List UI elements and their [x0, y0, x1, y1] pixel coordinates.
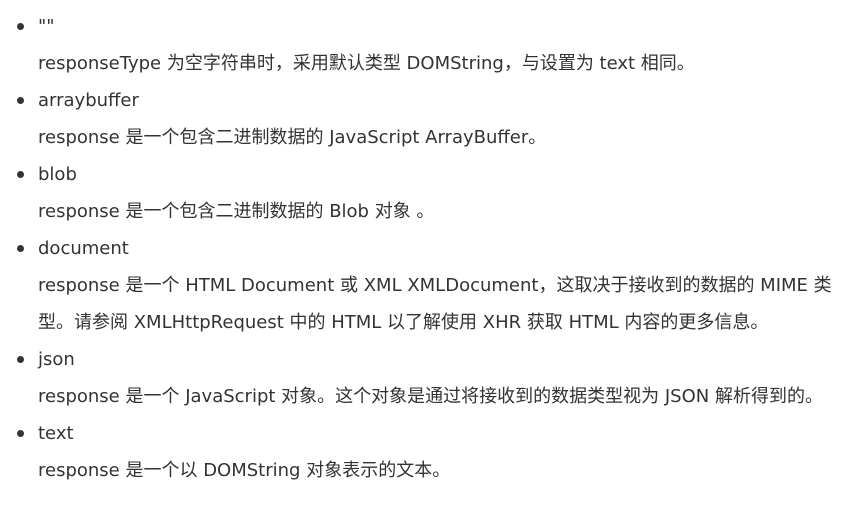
list-item-document: document response 是一个 HTML Document 或 XM…: [0, 230, 865, 341]
term-label: json: [38, 349, 75, 370]
bullet-icon: [17, 171, 24, 178]
term-description: response 是一个以 DOMString 对象表示的文本。: [38, 460, 451, 481]
term-label: document: [38, 238, 129, 259]
response-type-list: "" responseType 为空字符串时，采用默认类型 DOMString，…: [0, 8, 865, 489]
list-item-text: text response 是一个以 DOMString 对象表示的文本。: [0, 415, 865, 489]
term-description: responseType 为空字符串时，采用默认类型 DOMString，与设置…: [38, 53, 695, 74]
term-description: response 是一个包含二进制数据的 Blob 对象 。: [38, 201, 435, 222]
list-item-blob: blob response 是一个包含二进制数据的 Blob 对象 。: [0, 156, 865, 230]
bullet-icon: [17, 356, 24, 363]
term-label: text: [38, 423, 74, 444]
bullet-icon: [17, 245, 24, 252]
term-description: response 是一个 HTML Document 或 XML XMLDocu…: [38, 275, 832, 333]
list-item-arraybuffer: arraybuffer response 是一个包含二进制数据的 JavaScr…: [0, 82, 865, 156]
term-label: blob: [38, 164, 77, 185]
term-description: response 是一个包含二进制数据的 JavaScript ArrayBuf…: [38, 127, 547, 148]
term-label: "": [38, 16, 55, 37]
bullet-icon: [17, 23, 24, 30]
bullet-icon: [17, 430, 24, 437]
bullet-icon: [17, 97, 24, 104]
term-description: response 是一个 JavaScript 对象。这个对象是通过将接收到的数…: [38, 386, 823, 407]
term-label: arraybuffer: [38, 90, 139, 111]
list-item-empty-string: "" responseType 为空字符串时，采用默认类型 DOMString，…: [0, 8, 865, 82]
list-item-json: json response 是一个 JavaScript 对象。这个对象是通过将…: [0, 341, 865, 415]
